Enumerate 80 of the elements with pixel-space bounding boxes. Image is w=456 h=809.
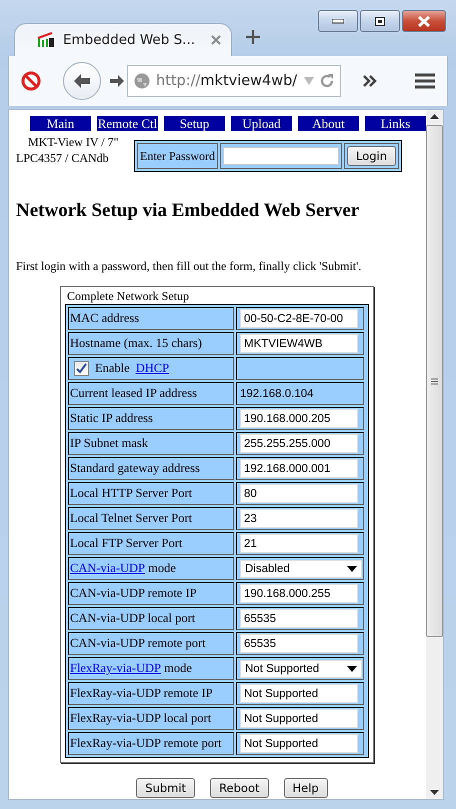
device-platform: LPC4357 / CANdb [16,150,110,166]
field-label: mode [148,561,176,576]
field-label: IP Subnet mask [70,436,148,451]
new-tab-icon[interactable] [246,30,260,44]
text-field[interactable]: 190.168.000.255 [240,584,358,603]
tab-title: Embedded Web S... [63,32,196,48]
minimize-button[interactable] [318,10,358,32]
form-button[interactable]: Reboot [210,778,268,798]
text-field[interactable]: 65535 [240,634,358,653]
text-field[interactable]: Not Supported [240,734,358,753]
dhcp-link[interactable]: DHCP [136,361,170,376]
form-button[interactable]: Help [284,778,328,798]
nav-link[interactable]: Upload [231,116,292,131]
close-icon[interactable] [211,35,221,45]
mode-link[interactable]: FlexRay-via-UDP [70,661,161,676]
text-field[interactable]: 23 [240,509,358,528]
fieldset-legend: Complete Network Setup [67,288,369,304]
nav-link[interactable]: Remote Ctl [97,116,158,131]
text-field[interactable]: MKTVIEW4WB [240,334,358,353]
field-value: 192.168.0.104 [240,388,314,400]
text-field[interactable]: 192.168.000.001 [240,459,358,478]
minimize-icon [332,18,344,24]
scroll-down-icon[interactable] [430,790,439,795]
text-field[interactable]: Not Supported [240,709,358,728]
caret-icon [347,566,357,572]
nav-link[interactable]: About [298,116,359,131]
field-label: MAC address [70,311,140,326]
field-label: Standard gateway address [70,461,200,476]
no-script-icon[interactable] [21,71,41,91]
field-label: Local FTP Server Port [70,536,182,551]
field-label: CAN-via-UDP remote port [70,636,206,651]
reload-icon[interactable] [320,74,334,88]
dropdown[interactable]: Disabled [240,560,362,578]
back-button[interactable] [63,62,101,100]
text-field[interactable]: Not Supported [240,684,358,703]
field-label: CAN-via-UDP local port [70,611,196,626]
field-label: Local HTTP Server Port [70,486,192,501]
close-button[interactable] [402,10,446,32]
maximize-button[interactable] [360,10,400,32]
device-model: MKT-View IV / 7" [27,134,120,150]
text-field[interactable]: 21 [240,534,358,553]
field-label: CAN-via-UDP remote IP [70,586,197,601]
dropdown[interactable]: Not Supported [240,660,362,678]
text-field[interactable]: 255.255.255.000 [240,434,358,453]
field-label: Current leased IP address [70,386,197,401]
password-label: Enter Password [137,143,218,169]
field-label: Enable [95,361,130,376]
field-label: mode [164,661,192,676]
text-field[interactable]: 65535 [240,609,358,628]
address-field[interactable]: http://mktview4wb/ [127,65,341,97]
mode-link[interactable]: CAN-via-UDP [70,561,145,576]
field-label: FlexRay-via-UDP local port [70,711,212,726]
globe-icon [134,73,150,89]
nav-link[interactable]: Setup [164,116,225,131]
field-label: Local Telnet Server Port [70,511,192,526]
nav-link[interactable]: Main [30,116,91,131]
checkbox[interactable] [74,361,89,376]
text-field[interactable]: 80 [240,484,358,503]
overflow-icon[interactable] [363,75,377,87]
scroll-up-icon[interactable] [430,114,439,119]
caret-icon [347,666,357,672]
text-field[interactable]: 00-50-C2-8E-70-00 [240,309,358,328]
text-field[interactable]: 190.168.000.205 [240,409,358,428]
favicon-drawing [37,32,55,48]
field-label: Static IP address [70,411,153,426]
close-icon [418,16,430,26]
field-label: FlexRay-via-UDP remote port [70,736,222,751]
menu-icon[interactable] [415,73,435,89]
browser-tab[interactable]: Embedded Web S... [14,23,232,56]
back-arrow-icon [73,73,91,89]
field-label: FlexRay-via-UDP remote IP [70,686,213,701]
login-button[interactable]: Login [347,146,396,166]
forward-icon[interactable] [109,74,125,88]
page-heading: Network Setup via Embedded Web Server [16,200,360,222]
nav-link[interactable]: Links [365,116,426,131]
password-field[interactable] [223,147,339,165]
form-button[interactable]: Submit [136,778,196,798]
maximize-icon [375,16,385,26]
instructions: First login with a password, then fill out the form, finally click 'Submit'. [16,259,362,274]
field-label: Hostname (max. 15 chars) [70,336,202,351]
